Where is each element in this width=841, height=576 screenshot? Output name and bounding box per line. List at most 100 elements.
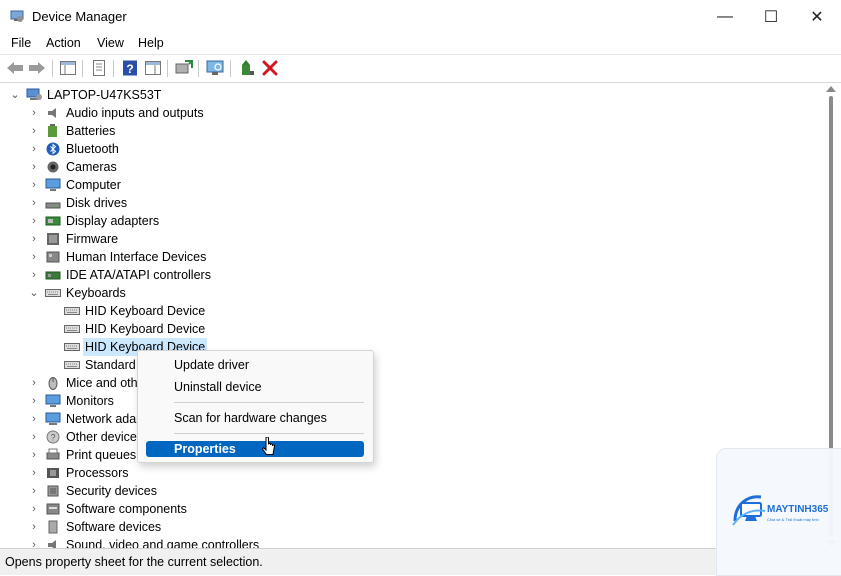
- update-driver-icon: [175, 60, 193, 74]
- maximize-button[interactable]: ☐: [748, 0, 794, 33]
- tree-category[interactable]: › IDE ATA/ATAPI controllers: [0, 266, 400, 284]
- tree-category[interactable]: › Computer: [0, 176, 400, 194]
- update-driver-button[interactable]: [175, 59, 193, 77]
- menu-separator: [174, 433, 364, 434]
- tree-category[interactable]: › Firmware: [0, 230, 400, 248]
- maytinh365-logo-icon: [732, 495, 766, 526]
- bluetooth-icon: [46, 142, 60, 156]
- keyboard-device-item[interactable]: HID Keyboard Device: [0, 320, 400, 338]
- uninstall-device-menu-item[interactable]: Uninstall device: [146, 379, 364, 395]
- tree-category[interactable]: ⌄ Keyboards: [0, 284, 400, 302]
- uninstall-device-button[interactable]: [261, 59, 279, 77]
- help-button[interactable]: ?: [121, 59, 139, 77]
- scroll-up-icon[interactable]: [826, 86, 836, 92]
- show-hide-console-tree-icon: [60, 61, 76, 75]
- tree-category[interactable]: › Bluetooth: [0, 140, 400, 158]
- scan-hardware-icon: [206, 60, 224, 75]
- svg-text:?: ?: [50, 433, 55, 443]
- chevron-right-icon[interactable]: ›: [29, 392, 39, 410]
- tree-category[interactable]: › Software devices: [0, 518, 400, 536]
- software-component-icon: [46, 503, 60, 515]
- status-bar: Opens property sheet for the current sel…: [0, 548, 841, 575]
- brand-watermark: MAYTINH365 Chia sẻ & Thủ thuật máy tính: [716, 448, 841, 576]
- minimize-icon: —: [717, 7, 733, 25]
- chevron-right-icon[interactable]: ›: [29, 410, 39, 428]
- chevron-right-icon[interactable]: ›: [29, 122, 39, 140]
- action-pane-icon: [145, 61, 161, 75]
- tree-category-label: Network adap: [66, 412, 144, 426]
- window-title: Device Manager: [32, 9, 127, 24]
- keyboard-icon: [64, 361, 80, 369]
- close-button[interactable]: ✕: [794, 0, 840, 33]
- chevron-right-icon[interactable]: ›: [29, 248, 39, 266]
- device-tree[interactable]: ⌄ LAPTOP-U47KS53T › Audio inputs and outp…: [0, 84, 822, 548]
- chevron-right-icon[interactable]: ›: [29, 140, 39, 158]
- tree-category[interactable]: › Batteries: [0, 122, 400, 140]
- uninstall-device-label: Uninstall device: [174, 380, 262, 394]
- show-hide-console-tree-button[interactable]: [59, 59, 77, 77]
- menu-file[interactable]: File: [11, 36, 31, 50]
- chevron-right-icon[interactable]: ›: [29, 428, 39, 446]
- menu-help[interactable]: Help: [138, 36, 164, 50]
- tree-category[interactable]: › Security devices: [0, 482, 400, 500]
- scan-hardware-menu-item[interactable]: Scan for hardware changes: [146, 410, 364, 426]
- tree-category[interactable]: › Processors: [0, 464, 400, 482]
- tree-category-label: Processors: [66, 466, 129, 480]
- scan-hardware-label: Scan for hardware changes: [174, 411, 327, 425]
- back-button[interactable]: [6, 59, 24, 77]
- update-driver-menu-item[interactable]: Update driver: [146, 357, 364, 373]
- chevron-right-icon[interactable]: ›: [29, 446, 39, 464]
- context-menu: Update driver Uninstall device Scan for …: [137, 350, 374, 463]
- chevron-down-icon[interactable]: ⌄: [29, 284, 39, 302]
- tree-category-label: Cameras: [66, 160, 117, 174]
- chevron-right-icon[interactable]: ›: [29, 212, 39, 230]
- watermark-brand: MAYTINH365: [767, 504, 829, 515]
- chevron-right-icon[interactable]: ›: [29, 104, 39, 122]
- menu-view[interactable]: View: [97, 36, 124, 50]
- tree-root[interactable]: ⌄ LAPTOP-U47KS53T: [0, 86, 400, 104]
- menu-action[interactable]: Action: [46, 36, 81, 50]
- enable-device-button[interactable]: [238, 59, 256, 77]
- forward-button[interactable]: [28, 59, 46, 77]
- chevron-down-icon[interactable]: ⌄: [10, 86, 20, 104]
- processor-icon: [47, 468, 59, 478]
- keyboard-device-label: Standard: [85, 358, 136, 372]
- network-adapter-icon: [45, 412, 61, 425]
- printer-icon: [46, 448, 60, 460]
- tree-category[interactable]: › Software components: [0, 500, 400, 518]
- chevron-right-icon[interactable]: ›: [29, 536, 39, 548]
- chevron-right-icon[interactable]: ›: [29, 374, 39, 392]
- keyboard-icon: [64, 307, 80, 315]
- chevron-right-icon[interactable]: ›: [29, 482, 39, 500]
- tree-category-label: Keyboards: [66, 286, 126, 300]
- chevron-right-icon[interactable]: ›: [29, 158, 39, 176]
- watermark-tagline: Chia sẻ & Thủ thuật máy tính: [767, 517, 819, 522]
- scan-hardware-button[interactable]: [206, 59, 224, 77]
- properties-menu-item[interactable]: Properties: [146, 441, 364, 457]
- menu-separator: [174, 402, 364, 403]
- properties-button[interactable]: [90, 59, 108, 77]
- tree-category[interactable]: › Sound, video and game controllers: [0, 536, 400, 548]
- minimize-button[interactable]: —: [702, 0, 748, 33]
- chevron-right-icon[interactable]: ›: [29, 194, 39, 212]
- tree-category[interactable]: › Display adapters: [0, 212, 400, 230]
- tree-category[interactable]: › Human Interface Devices: [0, 248, 400, 266]
- chevron-right-icon[interactable]: ›: [29, 176, 39, 194]
- chevron-right-icon[interactable]: ›: [29, 518, 39, 536]
- tree-category[interactable]: › Disk drives: [0, 194, 400, 212]
- uninstall-device-icon: [262, 60, 278, 76]
- tree-category[interactable]: › Cameras: [0, 158, 400, 176]
- enable-device-icon: [242, 60, 254, 75]
- keyboard-device-item[interactable]: HID Keyboard Device: [0, 302, 400, 320]
- tree-category-label: Monitors: [66, 394, 114, 408]
- chevron-right-icon[interactable]: ›: [29, 464, 39, 482]
- chevron-right-icon[interactable]: ›: [29, 500, 39, 518]
- chevron-right-icon[interactable]: ›: [29, 266, 39, 284]
- toolbar-separator: [198, 60, 199, 77]
- chevron-right-icon[interactable]: ›: [29, 230, 39, 248]
- action-pane-button[interactable]: [144, 59, 162, 77]
- tree-category[interactable]: › Audio inputs and outputs: [0, 104, 400, 122]
- keyboard-device-label: HID Keyboard Device: [85, 304, 206, 318]
- mouse-icon: [48, 377, 58, 390]
- forward-arrow-icon: [29, 62, 45, 74]
